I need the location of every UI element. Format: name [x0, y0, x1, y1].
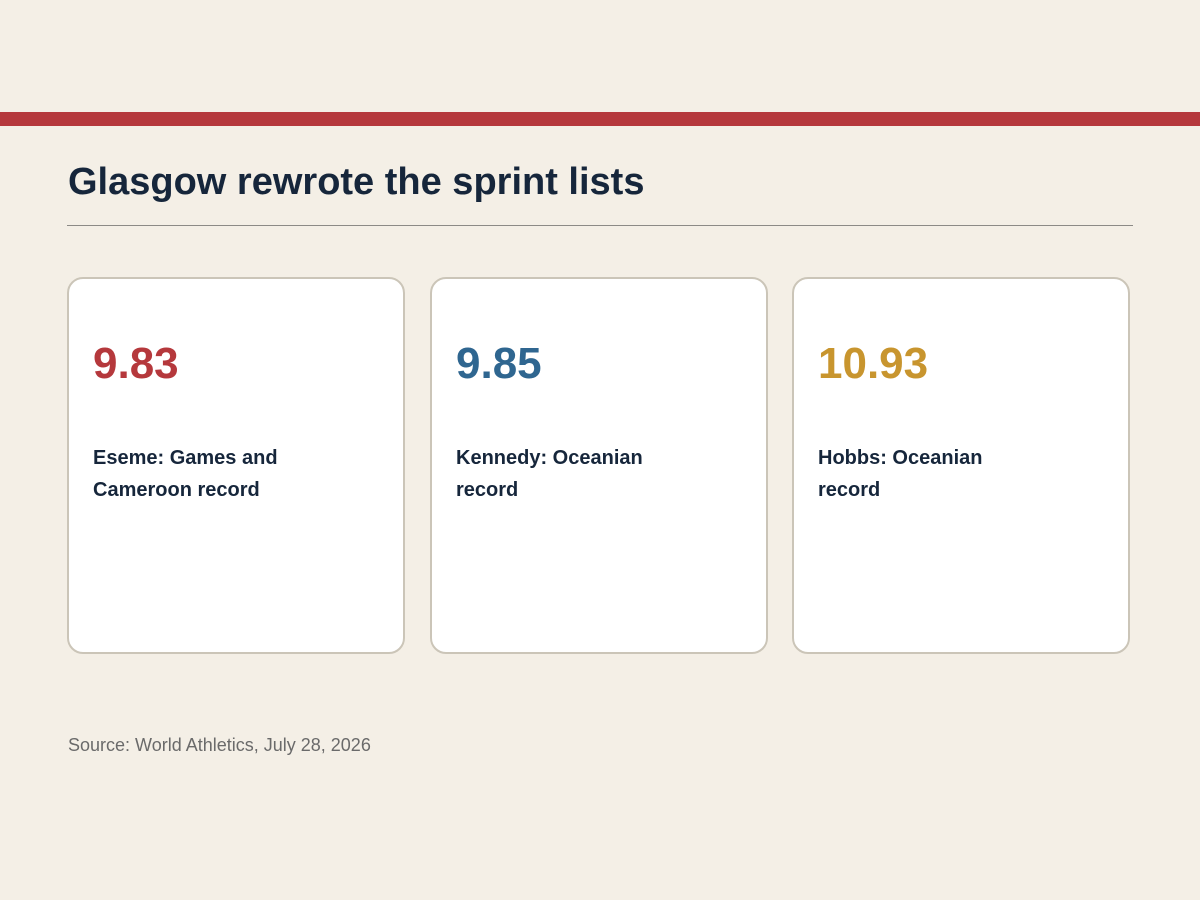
- stat-label: Eseme: Games and Cameroon record: [93, 447, 278, 501]
- stat-card-kennedy: 9.85 Kennedy: Oceanian record: [430, 277, 768, 654]
- page-title: Glasgow rewrote the sprint lists: [68, 161, 645, 203]
- stat-card-hobbs: 10.93 Hobbs: Oceanian record: [792, 277, 1130, 654]
- stat-card-eseme: 9.83 Eseme: Games and Cameroon record: [67, 277, 405, 654]
- stat-label: Hobbs: Oceanian record: [818, 447, 983, 501]
- source-note: Source: World Athletics, July 28, 2026: [68, 735, 371, 755]
- title-divider: [67, 225, 1133, 226]
- stat-value: 9.83: [93, 339, 179, 388]
- stat-value: 9.85: [456, 339, 542, 388]
- stat-value: 10.93: [818, 339, 929, 388]
- stat-cards: 9.83 Eseme: Games and Cameroon record 9.…: [67, 277, 1133, 657]
- accent-bar: [0, 112, 1200, 126]
- stat-label: Kennedy: Oceanian record: [456, 447, 643, 501]
